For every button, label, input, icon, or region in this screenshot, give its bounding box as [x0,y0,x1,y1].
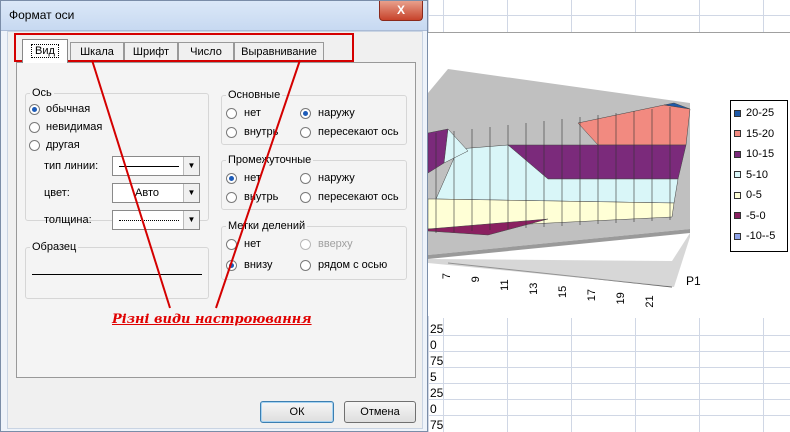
annotation-arrows [91,59,301,309]
tab-view[interactable]: Вид [22,39,68,63]
annotation-arrow [91,59,171,309]
tab-view-label: Вид [31,44,59,58]
annotation-arrow [215,59,301,309]
annotation-caption: Різні види настроювання [112,312,312,327]
